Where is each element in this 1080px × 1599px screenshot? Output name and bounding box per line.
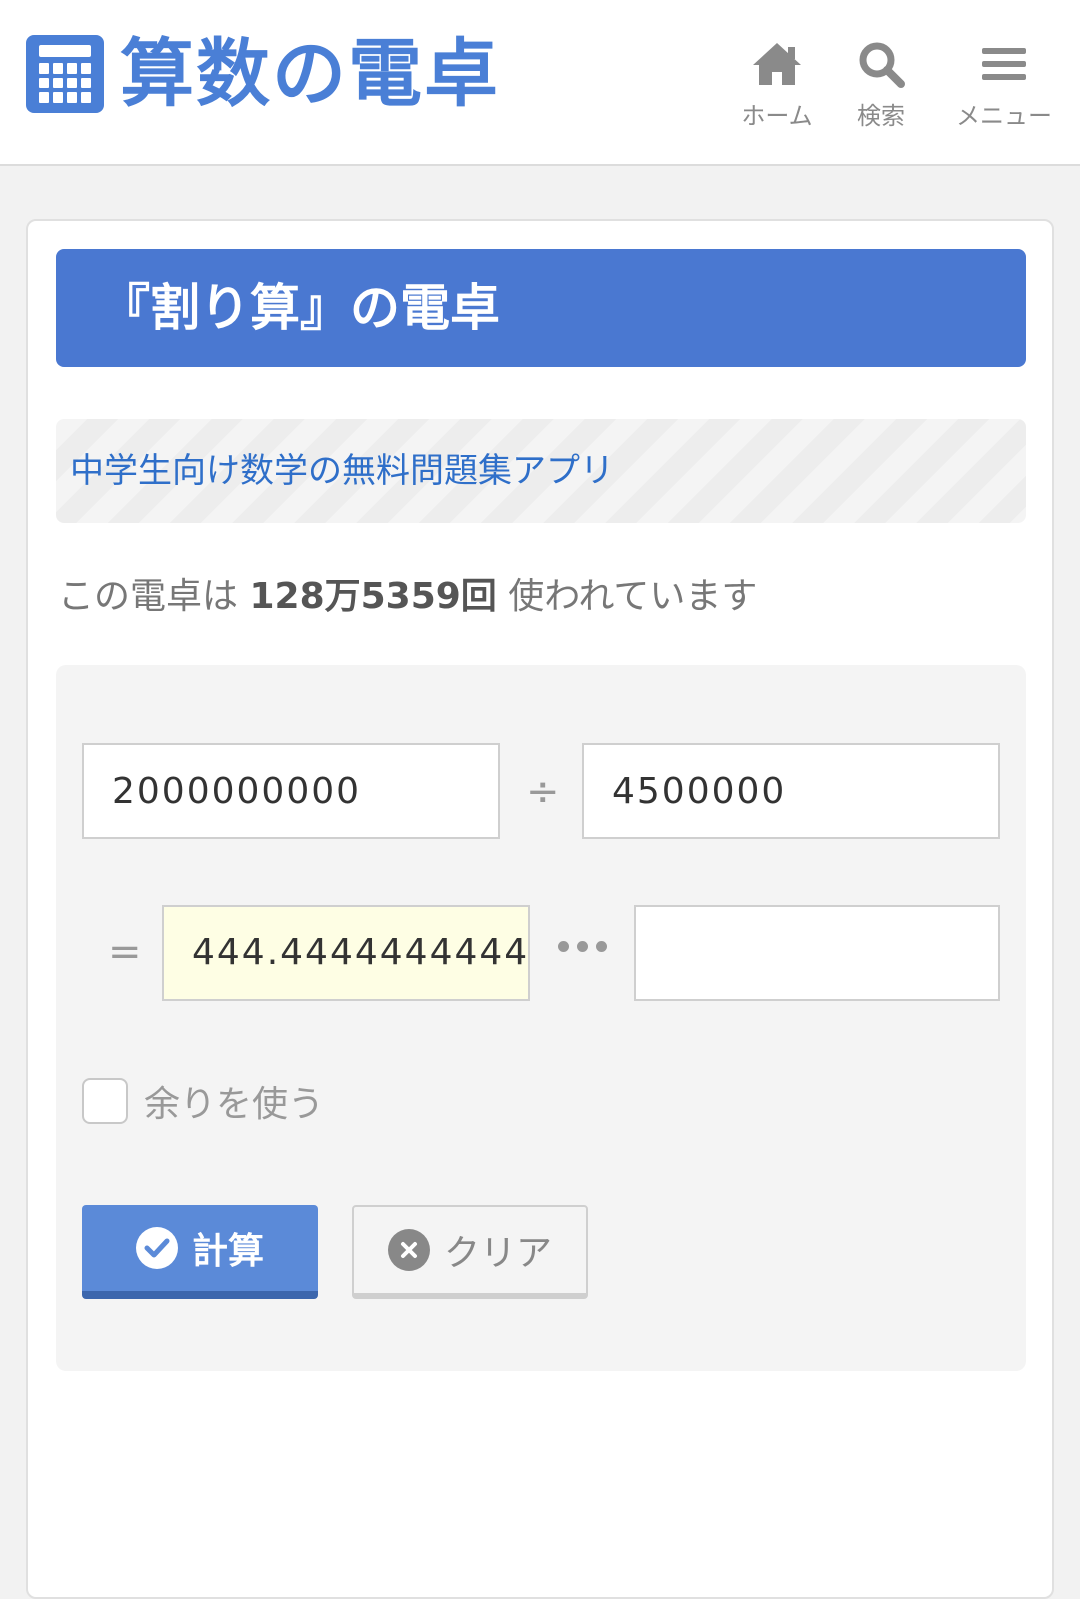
divide-operator: ÷ <box>526 769 560 815</box>
usage-prefix: この電卓は <box>58 576 239 617</box>
nav-menu[interactable]: メニュー <box>954 36 1054 131</box>
remainder-field[interactable] <box>634 905 1000 1001</box>
calculate-button[interactable]: 計算 <box>82 1205 318 1299</box>
app-promo-link[interactable]: 中学生向け数学の無料問題集アプリ <box>56 419 1026 523</box>
nav-search-label: 検索 <box>857 102 905 130</box>
page-title: 『割り算』の電卓 <box>56 249 1026 367</box>
clear-button-label: クリア <box>443 1233 552 1274</box>
use-remainder-option[interactable]: 余りを使う <box>82 1075 324 1127</box>
site-logo[interactable]: 算数の電卓 <box>26 34 500 114</box>
check-circle-icon <box>135 1227 178 1269</box>
hamburger-menu-icon <box>982 36 1026 92</box>
result-field[interactable]: 444.44444444444444 <box>162 905 530 1001</box>
nav-search[interactable]: 検索 <box>836 36 926 131</box>
site-header: 算数の電卓 ホーム 検索 メニュー <box>0 0 1080 166</box>
remainder-dots-icon <box>558 941 607 952</box>
header-nav: ホーム 検索 メニュー <box>732 36 1054 131</box>
usage-counter: この電卓は 128万5359回 使われています <box>58 567 757 619</box>
clear-button[interactable]: クリア <box>352 1205 588 1299</box>
calculate-button-label: 計算 <box>191 1231 264 1272</box>
calculator-panel: ÷ = 444.44444444444444 余りを使う 計算 クリア <box>56 665 1026 1371</box>
nav-home[interactable]: ホーム <box>732 36 822 131</box>
nav-menu-label: メニュー <box>956 102 1052 130</box>
use-remainder-checkbox[interactable] <box>82 1078 128 1124</box>
usage-suffix: 使われています <box>508 576 758 617</box>
use-remainder-label: 余りを使う <box>144 1084 325 1125</box>
dividend-input[interactable] <box>82 743 500 839</box>
home-icon <box>749 36 805 92</box>
divisor-input[interactable] <box>582 743 1000 839</box>
equals-sign: = <box>108 929 142 975</box>
search-icon <box>856 36 906 92</box>
nav-home-label: ホーム <box>741 102 813 130</box>
site-title: 算数の電卓 <box>120 31 500 117</box>
calculator-icon <box>26 35 104 113</box>
main-card: 『割り算』の電卓 中学生向け数学の無料問題集アプリ この電卓は 128万5359… <box>26 219 1054 1599</box>
usage-count: 128万5359回 <box>249 576 497 617</box>
close-circle-icon <box>387 1229 430 1271</box>
